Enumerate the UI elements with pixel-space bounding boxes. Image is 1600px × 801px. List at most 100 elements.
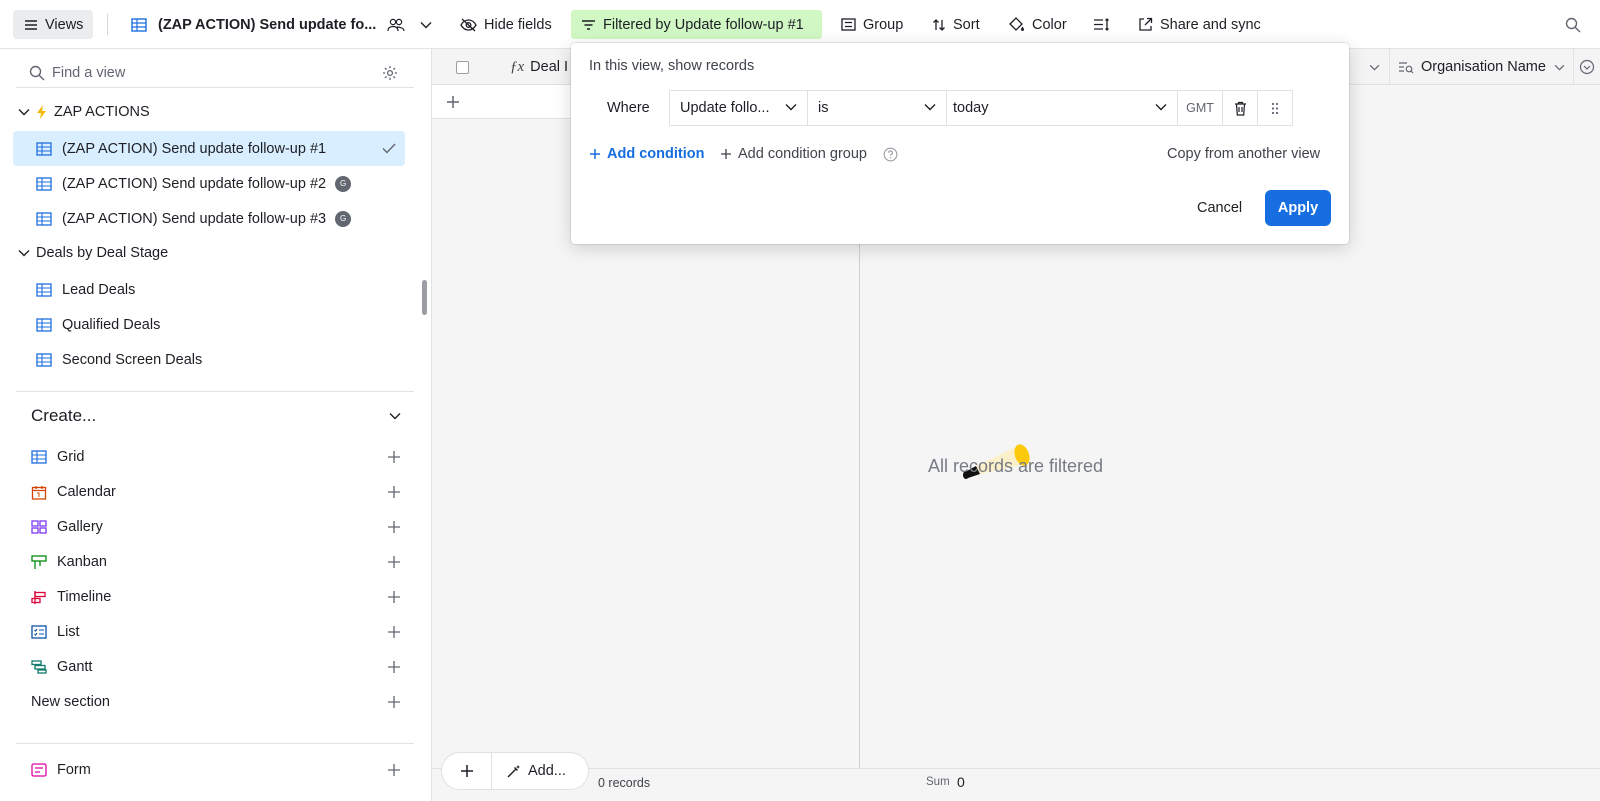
grid-icon bbox=[36, 211, 52, 226]
views-sidebar: ZAP ACTIONS (ZAP ACTION) Send update fol… bbox=[0, 49, 432, 801]
paint-bucket-icon bbox=[1009, 17, 1024, 31]
add-condition-group-button[interactable]: Add condition group bbox=[720, 146, 898, 162]
copy-from-view-button[interactable]: Copy from another view bbox=[1167, 146, 1320, 162]
filter-label: Filtered by Update follow-up #1 bbox=[603, 16, 804, 33]
new-section-label: New section bbox=[31, 694, 110, 710]
create-item-label: Form bbox=[57, 762, 91, 778]
create-section-header[interactable]: Create... bbox=[31, 406, 401, 426]
plus-icon[interactable] bbox=[387, 450, 401, 464]
plus-icon bbox=[721, 149, 731, 159]
hide-fields-button[interactable]: Hide fields bbox=[460, 10, 552, 39]
column-dropdown-cell[interactable] bbox=[1360, 49, 1390, 85]
gear-icon[interactable] bbox=[382, 65, 398, 81]
view-item-zap-3[interactable]: (ZAP ACTION) Send update follow-up #3 G bbox=[13, 201, 405, 236]
create-item-label: Gallery bbox=[57, 519, 103, 535]
view-item-zap-2[interactable]: (ZAP ACTION) Send update follow-up #2 G bbox=[13, 166, 405, 201]
view-item-zap-1[interactable]: (ZAP ACTION) Send update follow-up #1 bbox=[13, 131, 405, 166]
plus-icon[interactable] bbox=[446, 95, 460, 109]
view-name-button[interactable]: (ZAP ACTION) Send update fo... bbox=[131, 10, 432, 39]
select-all-checkbox-cell[interactable] bbox=[432, 49, 492, 85]
filter-value: today bbox=[953, 100, 989, 116]
badge: G bbox=[335, 175, 352, 192]
cancel-button[interactable]: Cancel bbox=[1197, 190, 1242, 226]
filter-button[interactable]: Filtered by Update follow-up #1 bbox=[571, 10, 822, 39]
column-header-organisation[interactable]: Organisation Name bbox=[1390, 49, 1574, 85]
circle-chevron-icon bbox=[1579, 59, 1595, 75]
color-button[interactable]: Color bbox=[1008, 10, 1067, 39]
share-sync-button[interactable]: Share and sync bbox=[1138, 10, 1261, 39]
record-count: 0 records bbox=[598, 776, 651, 790]
plus-icon[interactable] bbox=[387, 660, 401, 674]
create-grid[interactable]: Grid bbox=[31, 445, 401, 469]
view-item-qualified-deals[interactable]: Qualified Deals bbox=[13, 307, 405, 342]
section-deals-by-stage[interactable]: Deals by Deal Stage bbox=[18, 245, 168, 261]
delete-condition-button[interactable] bbox=[1222, 90, 1258, 126]
apply-button[interactable]: Apply bbox=[1265, 190, 1331, 226]
row-height-button[interactable] bbox=[1093, 10, 1109, 39]
eye-off-icon bbox=[460, 18, 477, 31]
view-item-label: (ZAP ACTION) Send update follow-up #1 bbox=[62, 140, 327, 157]
create-form[interactable]: Form bbox=[31, 758, 401, 782]
section-title: Deals by Deal Stage bbox=[36, 245, 169, 261]
add-record-pill: Add... bbox=[441, 752, 589, 790]
hide-fields-label: Hide fields bbox=[484, 16, 552, 33]
create-item-label: Gantt bbox=[57, 659, 93, 675]
hamburger-icon bbox=[25, 19, 37, 30]
view-item-lead-deals[interactable]: Lead Deals bbox=[13, 272, 405, 307]
create-item-label: Kanban bbox=[57, 554, 107, 570]
grid-icon bbox=[36, 141, 52, 156]
plus-icon[interactable] bbox=[387, 555, 401, 569]
section-zap-actions[interactable]: ZAP ACTIONS bbox=[18, 104, 150, 120]
kanban-icon bbox=[31, 554, 47, 569]
sort-label: Sort bbox=[953, 16, 980, 33]
plus-icon[interactable] bbox=[387, 590, 401, 604]
plus-icon[interactable] bbox=[387, 520, 401, 534]
views-button[interactable]: Views bbox=[13, 10, 93, 39]
drag-condition-handle[interactable] bbox=[1257, 90, 1293, 126]
add-record-button[interactable] bbox=[442, 753, 492, 789]
group-button[interactable]: Group bbox=[841, 10, 903, 39]
help-icon[interactable] bbox=[883, 147, 898, 162]
select-all-checkbox[interactable] bbox=[455, 60, 469, 74]
drag-handle-icon bbox=[1271, 102, 1279, 114]
add-field-button[interactable] bbox=[1574, 49, 1600, 85]
column-label: Deal I bbox=[530, 59, 569, 75]
section-title: ZAP ACTIONS bbox=[54, 104, 150, 120]
find-view-row bbox=[16, 58, 414, 88]
filter-value-select[interactable]: today bbox=[946, 90, 1178, 126]
timezone-label: GMT bbox=[1177, 90, 1223, 126]
sidebar-scrollbar[interactable] bbox=[422, 280, 427, 315]
sum-label[interactable]: Sum bbox=[926, 776, 950, 788]
chevron-down-icon bbox=[389, 413, 401, 420]
chevron-down-icon bbox=[1155, 104, 1167, 111]
add-condition-button[interactable]: Add condition bbox=[589, 146, 704, 162]
sort-button[interactable]: Sort bbox=[932, 10, 980, 39]
create-kanban[interactable]: Kanban bbox=[31, 550, 401, 574]
add-condition-group-label: Add condition group bbox=[738, 146, 867, 162]
find-view-input[interactable] bbox=[52, 64, 362, 81]
filter-field-select[interactable]: Update follo... bbox=[669, 90, 808, 126]
chevron-down-icon bbox=[18, 250, 30, 257]
ai-add-button[interactable]: Add... bbox=[492, 763, 566, 779]
filter-title: In this view, show records bbox=[589, 58, 755, 74]
create-calendar[interactable]: Calendar bbox=[31, 480, 401, 504]
plus-icon[interactable] bbox=[387, 485, 401, 499]
create-item-label: Timeline bbox=[57, 589, 112, 605]
create-gallery[interactable]: Gallery bbox=[31, 515, 401, 539]
search-button[interactable] bbox=[1565, 10, 1581, 39]
view-item-second-screen-deals[interactable]: Second Screen Deals bbox=[13, 342, 405, 377]
filter-operator-select[interactable]: is bbox=[807, 90, 947, 126]
grid-icon bbox=[36, 352, 52, 367]
create-gantt[interactable]: Gantt bbox=[31, 655, 401, 679]
group-icon bbox=[841, 18, 856, 31]
formula-icon: ƒx bbox=[510, 58, 525, 75]
create-item-label: List bbox=[57, 624, 80, 640]
create-list[interactable]: List bbox=[31, 620, 401, 644]
create-timeline[interactable]: Timeline bbox=[31, 585, 401, 609]
list-icon bbox=[31, 625, 47, 639]
plus-icon[interactable] bbox=[387, 625, 401, 639]
plus-icon[interactable] bbox=[387, 763, 401, 777]
grid-icon bbox=[36, 176, 52, 191]
create-new-section[interactable]: New section bbox=[31, 690, 401, 714]
plus-icon[interactable] bbox=[387, 695, 401, 709]
